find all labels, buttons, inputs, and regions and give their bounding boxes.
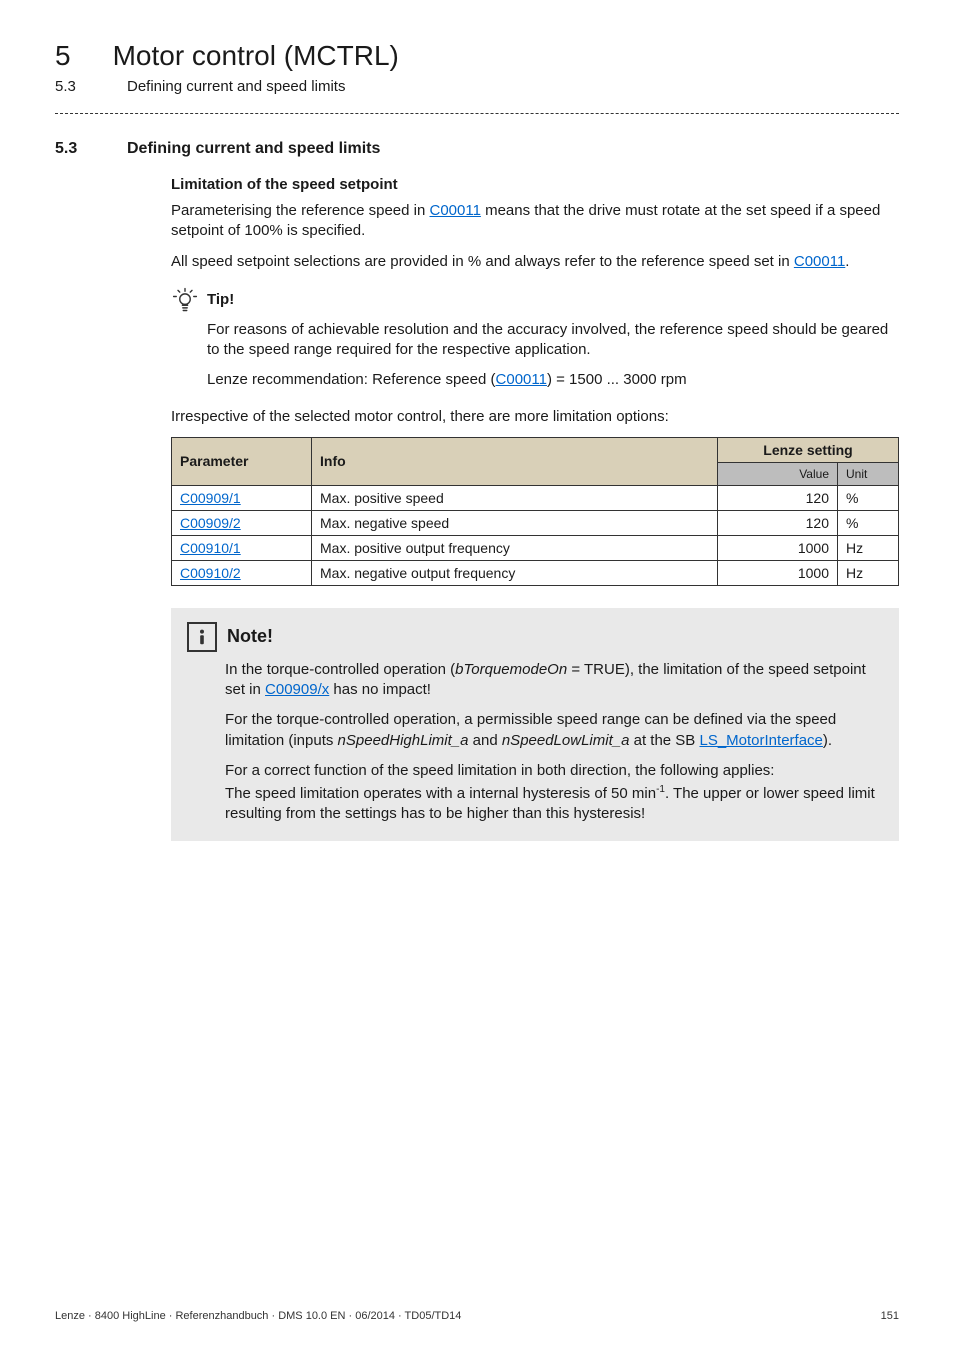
footer-left: Lenze · 8400 HighLine · Referenzhandbuch… [55,1310,461,1322]
col-info: Info [312,437,718,485]
link-ls-motorinterface[interactable]: LS_MotorInterface [699,732,822,749]
lightbulb-icon [171,286,199,314]
link-param[interactable]: C00909/1 [180,490,241,506]
text: All speed setpoint selections are provid… [171,253,794,270]
col-lenze-setting: Lenze setting [718,437,899,462]
link-param[interactable]: C00910/2 [180,565,241,581]
page-number: 151 [881,1310,899,1322]
cell-value: 120 [718,485,838,510]
tip-text: Lenze recommendation: Reference speed (C… [207,370,899,390]
subchapter-title: Defining current and speed limits [127,78,345,95]
text: ) = 1500 ... 3000 rpm [547,371,687,388]
note-paragraph: The speed limitation operates with a int… [225,783,883,825]
cell-unit: Hz [838,560,899,585]
col-value: Value [718,462,838,485]
col-parameter: Parameter [172,437,312,485]
subchapter-number: 5.3 [55,78,85,95]
link-param[interactable]: C00910/1 [180,540,241,556]
chapter-number: 5 [55,40,71,72]
variable: nSpeedLowLimit_a [502,732,630,749]
section-title: Defining current and speed limits [127,140,380,158]
cell-info: Max. negative speed [312,510,718,535]
variable: bTorquemodeOn [455,661,567,678]
text: In the torque-controlled operation ( [225,661,455,678]
cell-unit: % [838,485,899,510]
table-row: C00910/2 Max. negative output frequency … [172,560,899,585]
subheading: Limitation of the speed setpoint [171,176,899,193]
cell-value: 1000 [718,560,838,585]
superscript: -1 [656,784,665,795]
table-row: C00910/1 Max. positive output frequency … [172,535,899,560]
link-param[interactable]: C00909/2 [180,515,241,531]
text: . [845,253,849,270]
note-paragraph: For a correct function of the speed limi… [225,761,883,781]
link-c00011[interactable]: C00011 [496,371,547,388]
cell-info: Max. positive output frequency [312,535,718,560]
cell-value: 120 [718,510,838,535]
link-c00011[interactable]: C00011 [794,253,845,270]
cell-unit: % [838,510,899,535]
text: Parameterising the reference speed in [171,202,429,219]
cell-info: Max. positive speed [312,485,718,510]
chapter-title: Motor control (MCTRL) [113,40,399,72]
parameter-table: Parameter Info Lenze setting Value Unit … [171,437,899,586]
text: ). [823,732,832,749]
note-label: Note! [227,626,273,647]
table-intro: Irrespective of the selected motor contr… [171,407,899,427]
text: at the SB [629,732,699,749]
link-c00011[interactable]: C00011 [429,202,480,219]
info-icon [187,622,217,652]
tip-label: Tip! [207,291,234,308]
tip-text: For reasons of achievable resolution and… [207,320,899,361]
divider [55,113,899,114]
text: Lenze recommendation: Reference speed ( [207,371,496,388]
note-box: Note! In the torque-controlled operation… [171,608,899,841]
note-paragraph: In the torque-controlled operation (bTor… [225,660,883,701]
table-row: C00909/2 Max. negative speed 120 % [172,510,899,535]
link-c00909x[interactable]: C00909/x [265,681,329,698]
text: has no impact! [329,681,431,698]
cell-info: Max. negative output frequency [312,560,718,585]
text: and [468,732,501,749]
cell-value: 1000 [718,535,838,560]
paragraph: All speed setpoint selections are provid… [171,252,899,272]
note-paragraph: For the torque-controlled operation, a p… [225,710,883,751]
col-unit: Unit [838,462,899,485]
cell-unit: Hz [838,535,899,560]
variable: nSpeedHighLimit_a [338,732,469,749]
paragraph: Parameterising the reference speed in C0… [171,201,899,242]
table-row: C00909/1 Max. positive speed 120 % [172,485,899,510]
text: The speed limitation operates with a int… [225,785,656,802]
section-number: 5.3 [55,140,85,158]
